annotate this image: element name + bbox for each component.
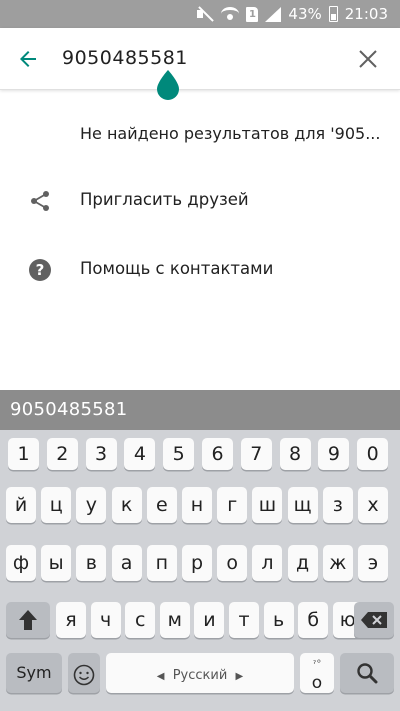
language-left-icon: ◀: [156, 671, 165, 682]
letter-key[interactable]: е: [146, 487, 177, 523]
number-key[interactable]: 3: [85, 438, 117, 470]
signal-icon: [265, 6, 282, 22]
help-icon: ?: [29, 259, 51, 281]
emoji-key[interactable]: [68, 653, 100, 693]
sym-key[interactable]: Sym: [6, 653, 62, 693]
letter-key[interactable]: ц: [41, 487, 72, 523]
letter-key[interactable]: и: [194, 602, 225, 638]
status-icons: 1 43% 21:03: [196, 4, 388, 24]
letter-key[interactable]: э: [358, 545, 388, 581]
letter-key[interactable]: к: [111, 487, 142, 523]
suggestion-bar: 9050485581: [0, 390, 400, 430]
letter-key[interactable]: в: [76, 545, 107, 581]
back-button[interactable]: [8, 39, 48, 79]
letter-key[interactable]: ч: [90, 602, 121, 638]
svg-text:?: ?: [36, 261, 45, 279]
number-key[interactable]: 4: [124, 438, 156, 470]
status-bar: 1 43% 21:03: [0, 0, 400, 28]
letter-key[interactable]: с: [125, 602, 156, 638]
wifi-icon: [221, 7, 240, 21]
number-key[interactable]: 1: [8, 438, 39, 470]
shift-arrow-icon: [19, 610, 37, 630]
letter-key[interactable]: х: [358, 487, 388, 523]
number-key[interactable]: 7: [240, 438, 272, 470]
letter-key[interactable]: у: [76, 487, 107, 523]
clear-button[interactable]: [350, 41, 386, 77]
number-key[interactable]: 5: [163, 438, 195, 470]
punctuation-key[interactable]: ˀ° о: [300, 653, 334, 693]
letter-key[interactable]: щ: [287, 487, 318, 523]
letter-key[interactable]: н: [182, 487, 212, 523]
space-language-label: Русский: [172, 668, 228, 683]
letter-key[interactable]: а: [111, 545, 142, 581]
keyboard: 9050485581 1234567890 йцукенгшщзх фывапр…: [0, 390, 400, 711]
letter-key[interactable]: й: [6, 487, 36, 523]
punctuation-main: о: [311, 673, 323, 693]
no-results-message: Не найдено результатов для '905...: [80, 124, 381, 143]
battery-percent: 43%: [288, 5, 322, 23]
shift-key[interactable]: [6, 602, 50, 638]
text-cursor-handle[interactable]: [157, 70, 179, 100]
letter-key[interactable]: я: [56, 602, 86, 638]
emoji-icon: [73, 664, 95, 686]
sim-icon: 1: [246, 6, 259, 22]
letter-key[interactable]: п: [146, 545, 177, 581]
contacts-help-item[interactable]: ? Помощь с контактами: [0, 242, 400, 298]
number-key[interactable]: 6: [202, 438, 233, 470]
language-right-icon: ▶: [235, 671, 244, 682]
invite-friends-item[interactable]: Пригласить друзей: [0, 173, 400, 229]
letter-key[interactable]: ы: [41, 545, 72, 581]
search-bar: [0, 28, 400, 90]
letter-key[interactable]: г: [217, 487, 248, 523]
space-key[interactable]: ◀ Русский ▶: [106, 653, 294, 693]
letter-key[interactable]: р: [182, 545, 212, 581]
letter-key[interactable]: ж: [322, 545, 353, 581]
letter-key[interactable]: т: [229, 602, 259, 638]
letter-key[interactable]: д: [287, 545, 318, 581]
number-key[interactable]: 8: [279, 438, 311, 470]
punctuation-hint: ˀ°: [312, 659, 322, 670]
backspace-icon: [361, 612, 387, 628]
mute-icon: [196, 7, 214, 21]
clock: 21:03: [344, 5, 388, 23]
search-icon: [357, 663, 378, 684]
search-input[interactable]: [62, 43, 332, 73]
number-key[interactable]: 0: [357, 438, 389, 470]
letter-key[interactable]: б: [298, 602, 329, 638]
letter-key[interactable]: о: [217, 545, 248, 581]
share-icon: [31, 191, 49, 211]
close-icon: [359, 50, 377, 68]
search-key[interactable]: [340, 653, 394, 693]
number-key[interactable]: 2: [46, 438, 78, 470]
contacts-help-label: Помощь с контактами: [80, 259, 274, 278]
letter-key[interactable]: з: [322, 487, 353, 523]
suggestion-word[interactable]: 9050485581: [10, 399, 128, 420]
backspace-key[interactable]: [354, 602, 394, 638]
letter-key[interactable]: л: [252, 545, 283, 581]
letter-key[interactable]: м: [159, 602, 190, 638]
letter-key[interactable]: ф: [6, 545, 36, 581]
number-key[interactable]: 9: [318, 438, 350, 470]
letter-key[interactable]: ш: [252, 487, 283, 523]
battery-icon: [328, 6, 338, 22]
invite-friends-label: Пригласить друзей: [80, 190, 249, 209]
letter-key[interactable]: ь: [263, 602, 294, 638]
arrow-left-icon: [20, 51, 36, 67]
